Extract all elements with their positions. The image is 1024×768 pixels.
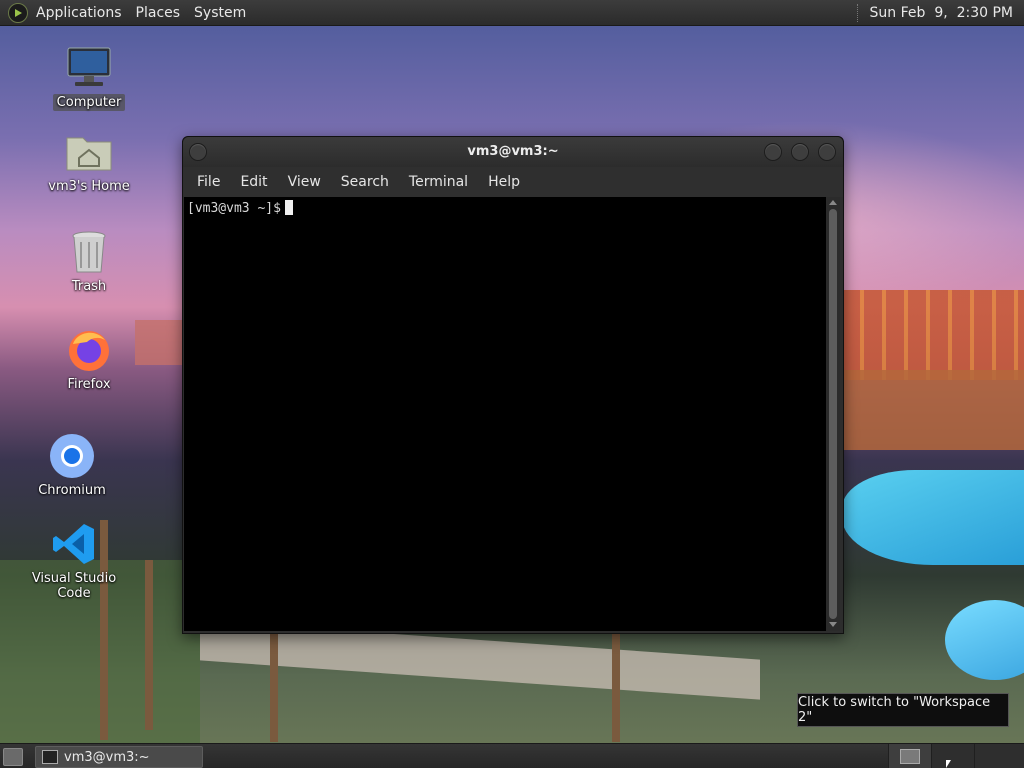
panel-separator (856, 3, 862, 22)
terminal-window[interactable]: vm3@vm3:~ File Edit View Search Terminal… (182, 136, 844, 634)
workspace-1[interactable] (888, 744, 931, 768)
desktop-icon-label: Computer (52, 94, 126, 111)
desktop-icon-label: Visual Studio Code (31, 571, 117, 601)
terminal-scrollbar[interactable] (826, 197, 840, 631)
desktop-icon-label: Chromium (38, 483, 106, 498)
menu-search[interactable]: Search (338, 172, 392, 192)
menu-terminal[interactable]: Terminal (406, 172, 471, 192)
maximize-button[interactable] (791, 143, 809, 161)
desktop-icon-label: Firefox (67, 377, 111, 392)
scroll-up-arrow-icon[interactable] (829, 200, 837, 205)
menu-file[interactable]: File (194, 172, 223, 192)
chromium-icon (48, 432, 96, 480)
scroll-down-arrow-icon[interactable] (829, 622, 837, 627)
menu-help[interactable]: Help (485, 172, 523, 192)
applications-logo-icon[interactable] (8, 2, 28, 23)
home-folder-icon (65, 128, 113, 176)
computer-icon (65, 44, 113, 92)
desktop-icon-home[interactable]: vm3's Home (44, 128, 134, 195)
wallpaper-palm-trunk (270, 632, 278, 742)
mouse-pointer-icon (946, 760, 951, 768)
wallpaper-pool-small (945, 600, 1024, 680)
top-panel: Applications Places System Sun Feb 9, 2:… (0, 0, 1024, 26)
bottom-panel: vm3@vm3:~ (0, 743, 1024, 768)
menu-places[interactable]: Places (136, 5, 181, 21)
workspace-2[interactable] (931, 744, 974, 768)
wallpaper-hotel-base (842, 370, 1024, 450)
workspace-3[interactable] (974, 744, 1024, 768)
vscode-icon (50, 520, 98, 568)
workspace-tooltip: Click to switch to "Workspace 2" (797, 693, 1009, 727)
wallpaper-hotel (842, 290, 1024, 380)
terminal-icon (42, 750, 58, 764)
firefox-icon (65, 326, 113, 374)
minimize-button[interactable] (764, 143, 782, 161)
desktop-icon-computer[interactable]: Computer (44, 44, 134, 111)
desktop-icon-trash[interactable]: Trash (44, 228, 134, 295)
taskbar-button-label: vm3@vm3:~ (64, 749, 150, 765)
shell-prompt: [vm3@vm3 ~]$ (187, 200, 293, 216)
menu-view[interactable]: View (285, 172, 324, 192)
terminal-output[interactable]: [vm3@vm3 ~]$ (184, 197, 826, 631)
wallpaper-palm-trunk (612, 632, 620, 742)
wallpaper-pool (842, 470, 1024, 565)
close-button[interactable] (818, 143, 836, 161)
menu-applications[interactable]: Applications (36, 5, 122, 21)
window-title: vm3@vm3:~ (467, 144, 559, 159)
desktop-icon-label: vm3's Home (48, 179, 130, 194)
desktop-icon-label: Trash (71, 279, 107, 294)
show-desktop-icon[interactable] (3, 748, 23, 766)
desktop-icon-chromium[interactable]: Chromium (27, 432, 117, 499)
menu-system[interactable]: System (194, 5, 246, 21)
clock[interactable]: Sun Feb 9, 2:30 PM (870, 5, 1013, 21)
prompt-text: [vm3@vm3 ~]$ (187, 201, 281, 216)
trash-icon (65, 228, 113, 276)
workspace-window-thumbnail (900, 749, 920, 764)
text-cursor (284, 200, 293, 215)
desktop-icon-vscode[interactable]: Visual Studio Code (22, 520, 126, 602)
window-titlebar[interactable]: vm3@vm3:~ (183, 137, 843, 167)
terminal-menubar: File Edit View Search Terminal Help (183, 167, 843, 197)
menu-edit[interactable]: Edit (237, 172, 270, 192)
wallpaper-palm-trunk (145, 560, 153, 730)
wallpaper-building-left (135, 320, 185, 365)
desktop-icon-firefox[interactable]: Firefox (44, 326, 134, 393)
taskbar-button-terminal[interactable]: vm3@vm3:~ (35, 746, 203, 768)
scrollbar-thumb[interactable] (829, 209, 837, 619)
